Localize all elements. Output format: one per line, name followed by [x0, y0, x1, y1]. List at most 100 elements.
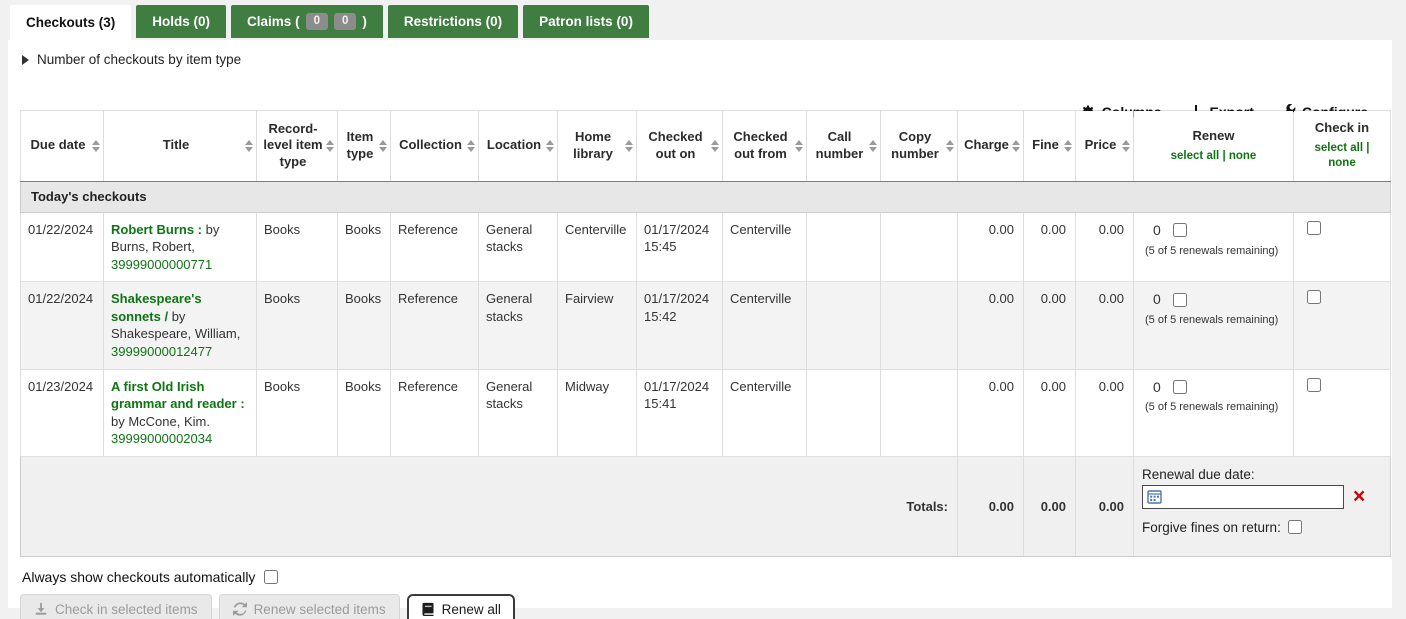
table-row: 01/23/2024 A first Old Irish grammar and…: [21, 369, 1391, 456]
cell-fine: 0.00: [1024, 212, 1076, 282]
header-label: Charge: [964, 137, 1009, 152]
barcode-link[interactable]: 39999000002034: [111, 431, 212, 446]
header-due-date[interactable]: Due date: [21, 110, 104, 182]
renewals-remaining-note: (5 of 5 renewals remaining): [1141, 244, 1286, 259]
renew-selected-label: Renew selected items: [254, 602, 386, 617]
renew-checkbox[interactable]: [1173, 293, 1187, 307]
header-fine[interactable]: Fine: [1024, 110, 1076, 182]
tab-claims[interactable]: Claims ( 0 0 ): [231, 5, 383, 38]
cell-checked-out-from: Centerville: [723, 212, 807, 282]
checkin-select-all-link[interactable]: select all: [1314, 142, 1363, 154]
header-label: Check in: [1300, 120, 1384, 137]
header-label: Checked out from: [733, 129, 787, 161]
header-label: Record-level item type: [263, 121, 322, 170]
sort-icon: [92, 140, 100, 152]
renewal-due-date-label: Renewal due date:: [1142, 467, 1382, 482]
totals-label: Totals:: [21, 456, 958, 556]
cell-checked-out-from: Centerville: [723, 369, 807, 456]
check-in-selected-button[interactable]: Check in selected items: [20, 594, 212, 619]
cell-collection: Reference: [391, 282, 479, 369]
sort-icon: [795, 140, 803, 152]
renewal-due-date-input[interactable]: [1162, 486, 1343, 508]
cell-item-type: Books: [338, 369, 391, 456]
clear-date-icon[interactable]: ×: [1353, 486, 1365, 507]
header-label: Collection: [399, 137, 462, 152]
renew-count: 0: [1153, 221, 1161, 240]
check-in-checkbox[interactable]: [1307, 290, 1321, 304]
cell-location: General stacks: [479, 369, 558, 456]
cell-checked-out-on: 01/17/2024 15:42: [637, 282, 723, 369]
renewals-remaining-note: (5 of 5 renewals remaining): [1141, 313, 1286, 328]
header-home-library[interactable]: Home library: [558, 110, 637, 182]
renew-all-button[interactable]: Renew all: [407, 594, 515, 619]
cell-renew: 0 (5 of 5 renewals remaining): [1134, 282, 1294, 369]
header-price[interactable]: Price: [1076, 110, 1134, 182]
sort-icon: [546, 140, 554, 152]
caret-right-icon: [22, 55, 29, 65]
renew-select-none-link[interactable]: none: [1229, 150, 1256, 162]
header-item-type[interactable]: Item type: [338, 110, 391, 182]
header-collection[interactable]: Collection: [391, 110, 479, 182]
tab-patron-lists[interactable]: Patron lists (0): [523, 5, 649, 38]
price-total: 0.00: [1076, 456, 1134, 556]
checkin-select-none-link[interactable]: none: [1328, 157, 1355, 169]
cell-record-level-item-type: Books: [257, 282, 338, 369]
header-charge[interactable]: Charge: [958, 110, 1024, 182]
cell-location: General stacks: [479, 212, 558, 282]
checkouts-by-itemtype-toggle[interactable]: Number of checkouts by item type: [22, 52, 241, 67]
check-in-checkbox[interactable]: [1307, 221, 1321, 235]
renew-select-all-link[interactable]: select all: [1171, 150, 1220, 162]
renew-all-label: Renew all: [442, 602, 501, 617]
barcode-link[interactable]: 39999000000771: [111, 257, 212, 272]
sort-icon: [946, 140, 954, 152]
renew-checkbox[interactable]: [1173, 380, 1187, 394]
cell-renew: 0 (5 of 5 renewals remaining): [1134, 369, 1294, 456]
title-link[interactable]: A first Old Irish grammar and reader :: [111, 379, 245, 412]
header-location[interactable]: Location: [479, 110, 558, 182]
barcode-link[interactable]: 39999000012477: [111, 344, 212, 359]
header-copy-number[interactable]: Copy number: [881, 110, 958, 182]
sort-icon: [711, 140, 719, 152]
table-row: 01/22/2024 Robert Burns : by Burns, Robe…: [21, 212, 1391, 282]
cell-checked-out-from: Centerville: [723, 282, 807, 369]
table-row: 01/22/2024 Shakespeare's sonnets / by Sh…: [21, 282, 1391, 369]
claims-badge: 0: [306, 13, 328, 30]
cell-location: General stacks: [479, 282, 558, 369]
checkouts-panel: Number of checkouts by item type Columns…: [8, 40, 1392, 608]
title-link[interactable]: Robert Burns :: [111, 222, 202, 237]
calendar-icon[interactable]: [1147, 489, 1162, 504]
header-checked-out-on[interactable]: Checked out on: [637, 110, 723, 182]
header-label: Checked out on: [648, 129, 702, 161]
renew-selected-button[interactable]: Renew selected items: [219, 594, 400, 619]
always-show-checkbox[interactable]: [264, 570, 278, 584]
separator: |: [1222, 150, 1225, 162]
title-link[interactable]: Shakespeare's sonnets /: [111, 291, 202, 324]
check-in-checkbox[interactable]: [1307, 378, 1321, 392]
header-renew: Renew select all | none: [1134, 110, 1294, 182]
header-title[interactable]: Title: [104, 110, 257, 182]
cell-check-in: [1294, 212, 1391, 282]
renewal-due-date-input-wrap: [1142, 485, 1344, 509]
cell-price: 0.00: [1076, 212, 1134, 282]
fine-total: 0.00: [1024, 456, 1076, 556]
header-label: Call number: [816, 129, 864, 161]
header-call-number[interactable]: Call number: [807, 110, 881, 182]
cell-price: 0.00: [1076, 282, 1134, 369]
forgive-fines-checkbox[interactable]: [1288, 520, 1302, 534]
charge-total: 0.00: [958, 456, 1024, 556]
renew-checkbox[interactable]: [1173, 223, 1187, 237]
sort-icon: [379, 140, 387, 152]
header-record-level-item-type[interactable]: Record-level item type: [257, 110, 338, 182]
cell-charge: 0.00: [958, 212, 1024, 282]
rotate-icon: [233, 602, 247, 616]
header-checked-out-from[interactable]: Checked out from: [723, 110, 807, 182]
tab-holds[interactable]: Holds (0): [136, 5, 226, 38]
tab-checkouts[interactable]: Checkouts (3): [10, 5, 131, 40]
tab-restrictions[interactable]: Restrictions (0): [388, 5, 518, 38]
tab-claims-label-suffix: ): [362, 14, 367, 29]
tab-claims-label: Claims (: [247, 14, 300, 29]
cell-call-number: [807, 282, 881, 369]
header-label: Due date: [31, 137, 86, 152]
renewals-remaining-note: (5 of 5 renewals remaining): [1141, 400, 1286, 415]
sort-icon: [467, 140, 475, 152]
